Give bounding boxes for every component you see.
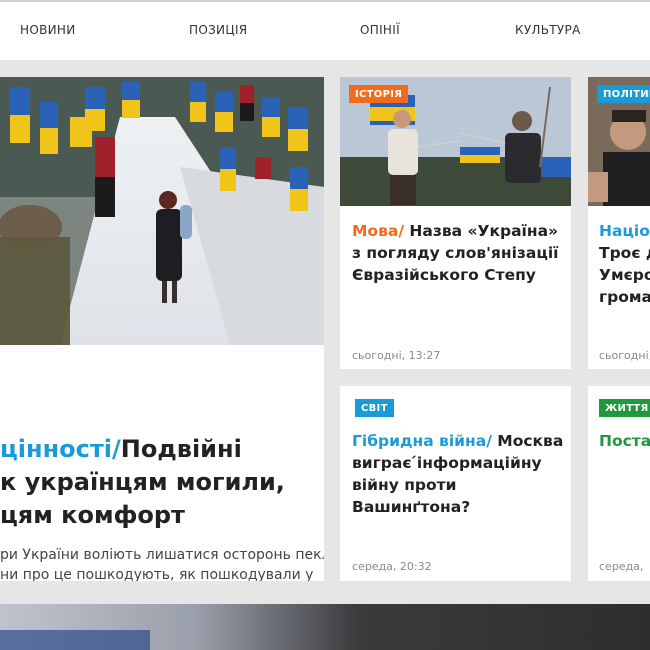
story-card-world-tag[interactable]: СВІТ bbox=[355, 399, 394, 417]
story-card-politics-time: сьогодні, bbox=[599, 349, 650, 362]
story-card-history-rubric[interactable]: Мова/ bbox=[352, 222, 404, 240]
story-card-politics[interactable]: ПОЛІТИКА Націо Троє д Умєро грома сьогод… bbox=[588, 77, 650, 369]
story-card-history-tag[interactable]: ІСТОРІЯ bbox=[349, 85, 409, 103]
story-card-life[interactable]: ЖИТТЯ Постат середа, bbox=[588, 386, 650, 581]
story-card-politics-tag[interactable]: ПОЛІТИКА bbox=[597, 85, 650, 103]
main-story-lead-line2: ни про це пошкодують, як пошкодували у bbox=[0, 567, 314, 581]
nav-item-culture[interactable]: КУЛЬТУРА bbox=[515, 23, 581, 37]
story-card-history-headline[interactable]: Мова/ Назва «Україна» з погляду слов'яні… bbox=[352, 220, 567, 286]
main-story-photo[interactable] bbox=[0, 77, 324, 345]
story-card-politics-title-line2: Умєро bbox=[599, 266, 650, 284]
main-story-headline[interactable]: цінності/Подвійні к українцям могили, ця… bbox=[0, 433, 324, 532]
main-story-headline-line2: к українцям могили, bbox=[0, 468, 285, 496]
nav-item-position[interactable]: ПОЗИЦІЯ bbox=[189, 23, 247, 37]
main-story-card[interactable]: цінності/Подвійні к українцям могили, ця… bbox=[0, 77, 324, 581]
story-card-world-rubric[interactable]: Гібридна війна/ bbox=[352, 432, 492, 450]
cemetery-photo-image bbox=[0, 77, 324, 345]
story-card-world-title-line1: Москва bbox=[497, 432, 564, 450]
story-card-history-title-line2: з погляду слов'янізації bbox=[352, 244, 559, 262]
top-nav: НОВИНИ ПОЗИЦІЯ ОПІНІЇ КУЛЬТУРА bbox=[0, 2, 650, 60]
main-story-rubric[interactable]: цінності/ bbox=[0, 435, 121, 463]
story-card-world-title-line4: Вашинґтона? bbox=[352, 498, 471, 516]
story-card-politics-headline[interactable]: Націо Троє д Умєро грома bbox=[599, 220, 650, 308]
story-card-history-time: сьогодні, 13:27 bbox=[352, 349, 441, 362]
nav-item-opinions[interactable]: ОПІНІЇ bbox=[360, 23, 400, 37]
main-story-headline-line3: цям комфорт bbox=[0, 501, 185, 529]
story-card-history[interactable]: ІСТОРІЯ Мова/ Назва «Україна» з погляду … bbox=[340, 77, 571, 369]
story-card-world[interactable]: СВІТ Гібридна війна/ Москва виграє ́інфо… bbox=[340, 386, 571, 581]
bottom-banner-graphic bbox=[0, 630, 150, 650]
nav-item-news[interactable]: НОВИНИ bbox=[20, 23, 75, 37]
main-story-headline-line1: Подвійні bbox=[120, 435, 242, 463]
page: НОВИНИ ПОЗИЦІЯ ОПІНІЇ КУЛЬТУРА цінності/… bbox=[0, 0, 650, 650]
main-story-lead: ри України воліють лишатися осторонь пек… bbox=[0, 545, 324, 581]
story-card-life-rubric[interactable]: Постат bbox=[599, 432, 650, 450]
story-card-politics-title-line3: грома bbox=[599, 288, 650, 306]
story-card-life-tag[interactable]: ЖИТТЯ bbox=[599, 399, 650, 417]
story-card-history-title-line1: Назва «Україна» bbox=[409, 222, 559, 240]
story-card-world-time: середа, 20:32 bbox=[352, 560, 432, 573]
story-card-world-title-line2: виграє ́інформаційну bbox=[352, 454, 542, 472]
story-card-politics-rubric[interactable]: Націо bbox=[599, 222, 650, 240]
story-card-world-title-line3: війну проти bbox=[352, 476, 457, 494]
story-card-life-time: середа, bbox=[599, 560, 644, 573]
story-card-life-headline[interactable]: Постат bbox=[599, 430, 650, 452]
main-story-lead-line1: ри України воліють лишатися осторонь пек… bbox=[0, 547, 324, 563]
story-card-history-title-line3: Євразійського Степу bbox=[352, 266, 536, 284]
story-card-politics-title-line1: Троє д bbox=[599, 244, 650, 262]
story-card-world-headline[interactable]: Гібридна війна/ Москва виграє ́інформаці… bbox=[352, 430, 567, 518]
